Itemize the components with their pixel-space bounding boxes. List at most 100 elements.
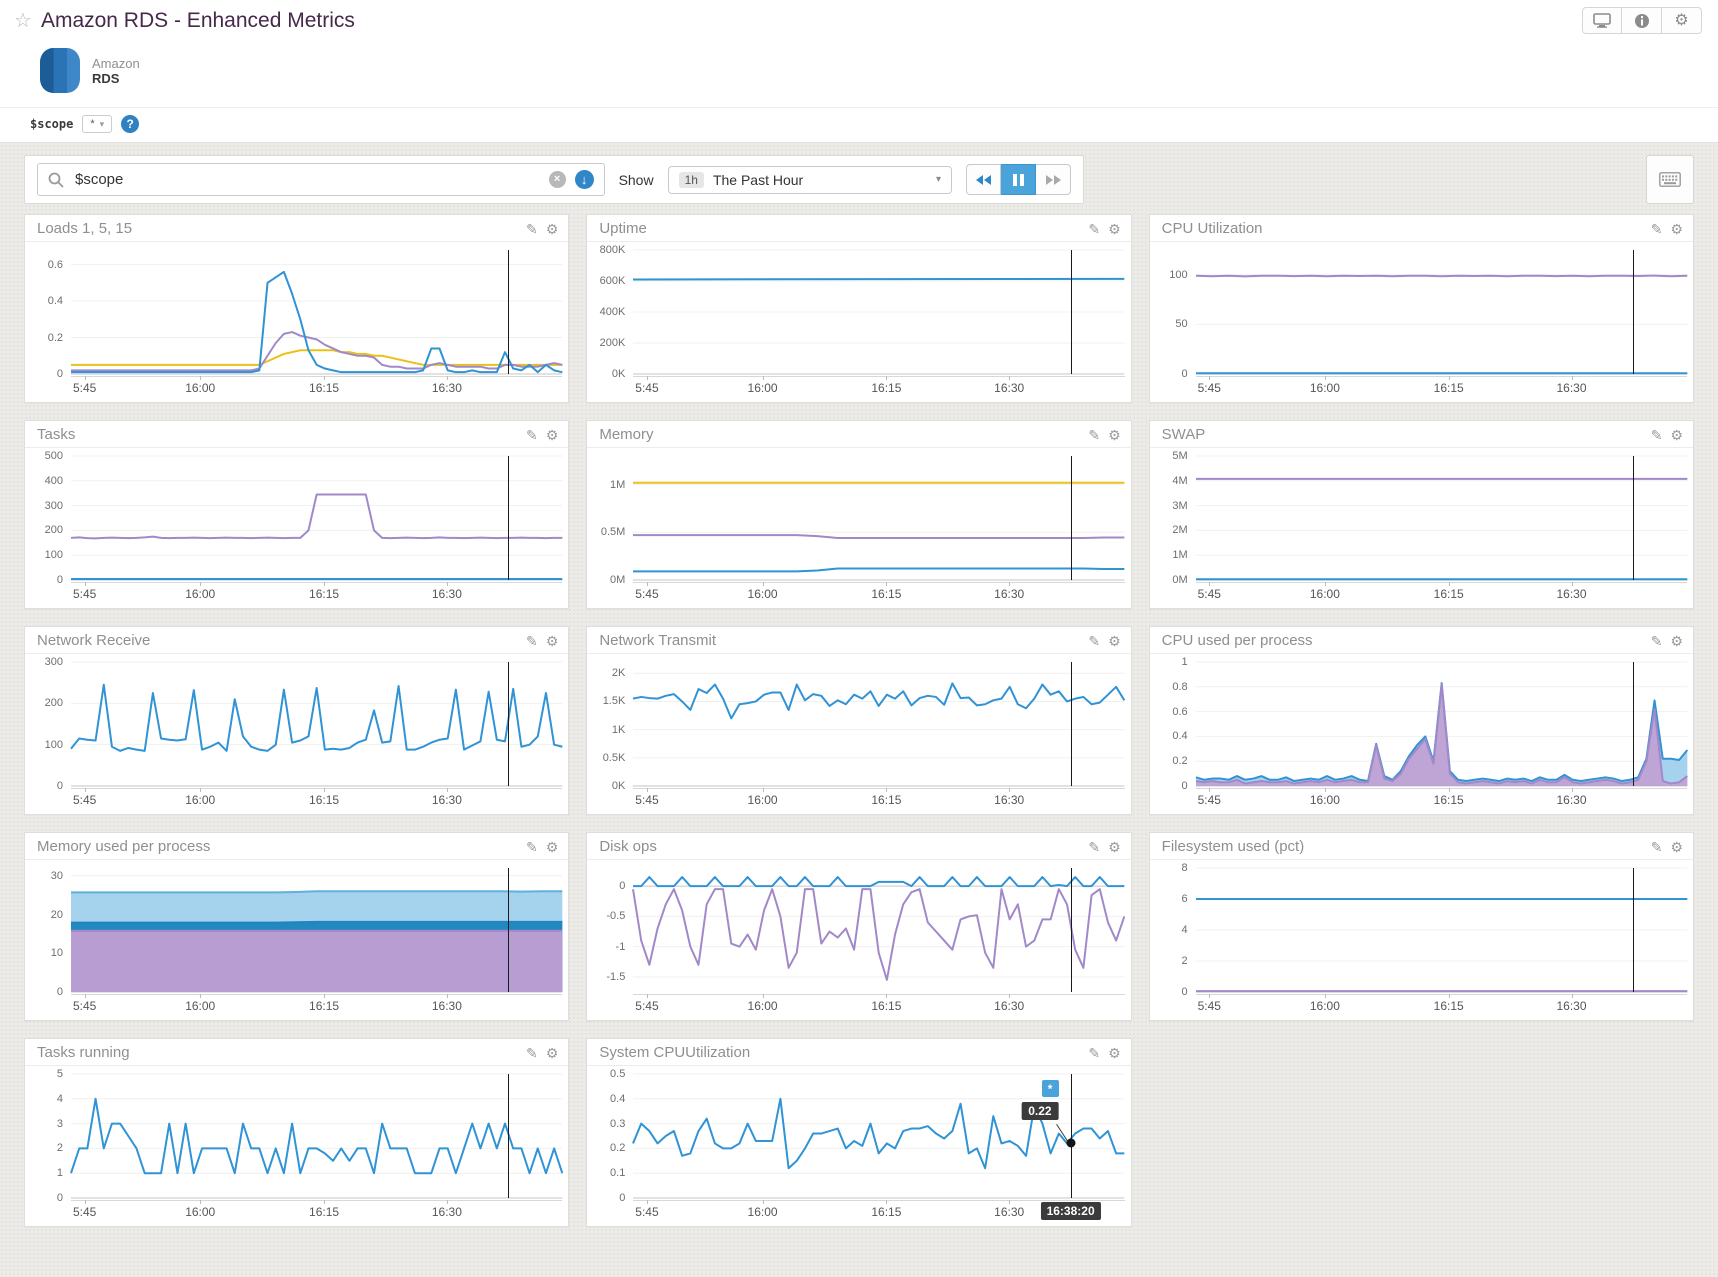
chart-header: System CPUUtilization ✎ ⚙ [587, 1039, 1130, 1066]
chart-title: System CPUUtilization [599, 1044, 750, 1061]
logo-line2: RDS [92, 71, 140, 86]
chart-title: CPU Utilization [1162, 220, 1263, 237]
chart-settings-icon[interactable]: ⚙ [1670, 634, 1683, 648]
chart-header: Memory✎⚙ [587, 421, 1130, 448]
chart-card: Uptime✎⚙0K200K400K600K800K5:4516:0016:15… [586, 214, 1131, 403]
forward-button[interactable] [1036, 164, 1071, 195]
chart-settings-icon[interactable]: ⚙ [1108, 428, 1121, 442]
y-axis: 050100 [1150, 250, 1196, 374]
y-tick-label: 600K [600, 275, 626, 287]
edit-chart-icon[interactable]: ✎ [526, 634, 538, 648]
y-axis: 02468 [1150, 868, 1196, 992]
chart-settings-icon[interactable]: ⚙ [1670, 428, 1683, 442]
chart-plot-area[interactable] [633, 868, 1124, 992]
y-tick-label: 0 [57, 574, 63, 586]
chart-title: Uptime [599, 220, 647, 237]
apply-search-icon[interactable]: ↓ [575, 170, 594, 189]
chart-plot-area[interactable] [71, 662, 562, 786]
help-icon[interactable]: ? [121, 115, 139, 133]
rewind-button[interactable] [966, 164, 1001, 195]
settings-button[interactable]: ⚙ [1662, 7, 1702, 34]
chart-settings-icon[interactable]: ⚙ [546, 1046, 559, 1060]
edit-chart-icon[interactable]: ✎ [526, 428, 538, 442]
scope-value-dropdown[interactable]: * ▾ [82, 115, 112, 133]
search-input[interactable] [73, 170, 540, 189]
chart-plot-area[interactable] [633, 662, 1124, 786]
chart-title: Disk ops [599, 838, 657, 855]
x-tick-label: 5:45 [1198, 999, 1221, 1013]
edit-chart-icon[interactable]: ✎ [1088, 634, 1100, 648]
x-tick-label: 16:15 [309, 381, 339, 395]
edit-chart-icon[interactable]: ✎ [526, 840, 538, 854]
chart-plot-area[interactable]: *0.2216:38:20 [633, 1074, 1124, 1198]
chart-settings-icon[interactable]: ⚙ [546, 634, 559, 648]
edit-chart-icon[interactable]: ✎ [1651, 428, 1663, 442]
chart-card: Tasks✎⚙01002003004005005:4516:0016:1516:… [24, 420, 569, 609]
chart-plot-area[interactable] [71, 1074, 562, 1198]
edit-chart-icon[interactable]: ✎ [1651, 634, 1663, 648]
chart-actions: ✎⚙ [1088, 222, 1120, 236]
y-tick-label: 1K [612, 724, 625, 736]
chevron-down-icon: ▾ [100, 119, 105, 130]
forward-icon [1054, 175, 1061, 185]
y-tick-label: 0.5 [610, 1068, 625, 1080]
x-tick-label: 5:45 [1198, 587, 1221, 601]
y-tick-label: 0 [1182, 368, 1188, 380]
edit-chart-icon[interactable]: ✎ [1088, 222, 1100, 236]
chart-settings-icon[interactable]: ⚙ [1108, 840, 1121, 854]
x-tick-label: 16:15 [309, 1205, 339, 1219]
y-tick-label: 30 [51, 870, 63, 882]
chart-actions: ✎⚙ [526, 222, 558, 236]
chart-settings-icon[interactable]: ⚙ [546, 222, 559, 236]
chart-settings-icon[interactable]: ⚙ [1670, 840, 1683, 854]
chart-plot-area[interactable] [71, 250, 562, 374]
chart-settings-icon[interactable]: ⚙ [1108, 222, 1121, 236]
search-box: × ↓ [37, 163, 605, 196]
edit-chart-icon[interactable]: ✎ [1088, 1046, 1100, 1060]
edit-chart-icon[interactable]: ✎ [1088, 428, 1100, 442]
y-tick-label: 0 [1182, 780, 1188, 792]
y-axis: 0100200300 [25, 662, 71, 786]
chart-plot-area[interactable] [71, 456, 562, 580]
y-tick-label: 100 [45, 739, 63, 751]
keyboard-shortcuts-button[interactable] [1646, 155, 1694, 204]
y-tick-label: 1 [1182, 656, 1188, 668]
favorite-star-icon[interactable]: ☆ [14, 11, 32, 31]
chart-plot-area[interactable] [1196, 868, 1687, 992]
chart-body: 0K200K400K600K800K [587, 242, 1130, 374]
pause-button[interactable] [1001, 164, 1036, 195]
x-tick-label: 16:15 [1434, 999, 1464, 1013]
y-axis: 0100200300400500 [25, 456, 71, 580]
y-tick-label: 0 [57, 1192, 63, 1204]
edit-chart-icon[interactable]: ✎ [526, 222, 538, 236]
chart-settings-icon[interactable]: ⚙ [546, 428, 559, 442]
y-tick-label: 0.4 [610, 1093, 625, 1105]
chart-card: Disk ops✎⚙0-0.5-1-1.55:4516:0016:1516:30 [586, 832, 1131, 1021]
edit-chart-icon[interactable]: ✎ [1651, 840, 1663, 854]
clear-search-icon[interactable]: × [549, 171, 566, 188]
edit-chart-icon[interactable]: ✎ [1651, 222, 1663, 236]
cursor-time-tooltip: 16:38:20 [1041, 1202, 1101, 1220]
chart-plot-area[interactable] [1196, 250, 1687, 374]
chart-settings-icon[interactable]: ⚙ [546, 840, 559, 854]
y-tick-label: 0K [612, 368, 625, 380]
chart-plot-area[interactable] [71, 868, 562, 992]
y-tick-label: 0.5M [601, 526, 625, 538]
y-tick-label: 0.8 [1172, 681, 1187, 693]
chart-plot-area[interactable] [633, 250, 1124, 374]
display-button[interactable] [1582, 7, 1622, 34]
x-axis: 5:4516:0016:1516:30 [633, 376, 1124, 398]
chart-settings-icon[interactable]: ⚙ [1108, 634, 1121, 648]
y-tick-label: 0K [612, 780, 625, 792]
chart-card: Memory✎⚙0M0.5M1M5:4516:0016:1516:30 [586, 420, 1131, 609]
chart-actions: ✎⚙ [1088, 840, 1120, 854]
time-range-dropdown[interactable]: 1h The Past Hour ▾ [668, 166, 952, 194]
chart-settings-icon[interactable]: ⚙ [1108, 1046, 1121, 1060]
chart-settings-icon[interactable]: ⚙ [1670, 222, 1683, 236]
chart-plot-area[interactable] [633, 456, 1124, 580]
edit-chart-icon[interactable]: ✎ [526, 1046, 538, 1060]
chart-plot-area[interactable] [1196, 662, 1687, 786]
chart-plot-area[interactable] [1196, 456, 1687, 580]
info-button[interactable] [1622, 7, 1662, 34]
edit-chart-icon[interactable]: ✎ [1088, 840, 1100, 854]
